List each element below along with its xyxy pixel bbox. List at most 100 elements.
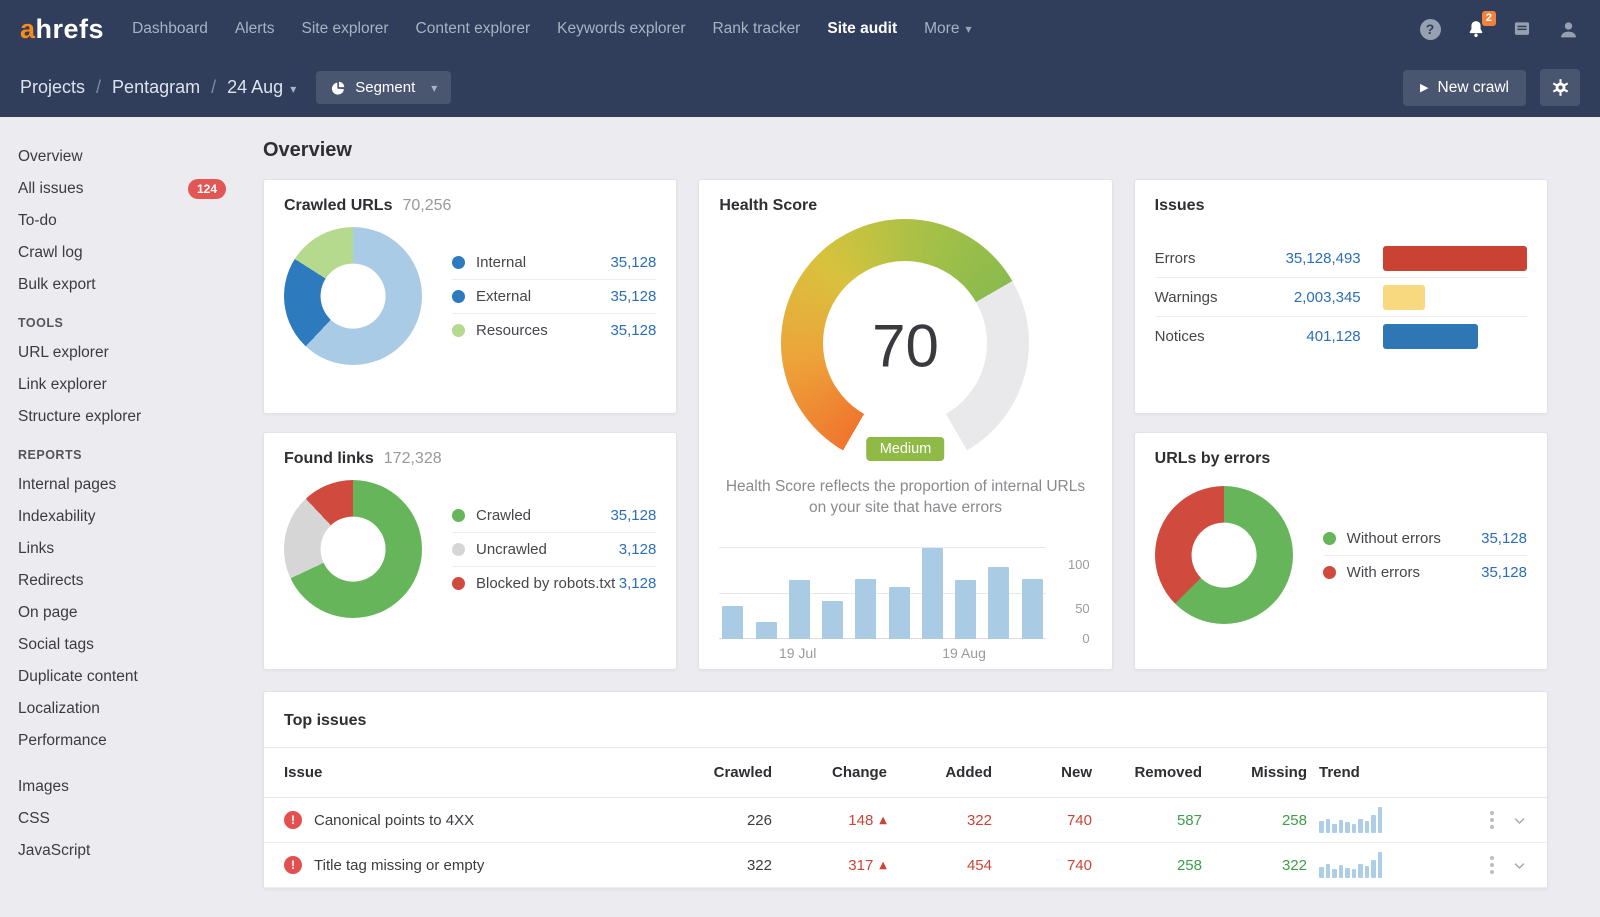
- gear-icon: [1551, 78, 1570, 97]
- top-issues-header-row: Issue Crawled Change Added New Removed M…: [264, 748, 1547, 798]
- col-issue[interactable]: Issue: [284, 764, 682, 781]
- trend-up-icon: [879, 860, 887, 871]
- issue-name[interactable]: Title tag missing or empty: [314, 857, 484, 874]
- breadcrumb-projects[interactable]: Projects: [20, 77, 85, 98]
- sidebar-item-bulk-export[interactable]: Bulk export: [18, 269, 226, 301]
- col-crawled[interactable]: Crawled: [682, 764, 772, 781]
- breadcrumb: Projects / Pentagram / 24 Aug: [20, 77, 296, 98]
- issue-name[interactable]: Canonical points to 4XX: [314, 812, 474, 829]
- health-score-description: Health Score reflects the proportion of …: [719, 477, 1091, 519]
- trend-bars[interactable]: [719, 535, 1045, 639]
- breadcrumb-project-name[interactable]: Pentagram: [112, 77, 200, 98]
- col-change[interactable]: Change: [772, 764, 887, 781]
- sidebar-item-css[interactable]: CSS: [18, 803, 226, 835]
- ahrefs-logo[interactable]: ahrefs: [20, 14, 104, 45]
- legend-dot: [452, 324, 465, 337]
- new-crawl-button[interactable]: ▶ New crawl: [1403, 70, 1526, 106]
- sidebar-item-redirects[interactable]: Redirects: [18, 565, 226, 597]
- nav-rank-tracker[interactable]: Rank tracker: [712, 20, 800, 38]
- legend-dot: [452, 256, 465, 269]
- nav-dashboard[interactable]: Dashboard: [132, 20, 208, 38]
- legend-item-resources[interactable]: Resources 35,128: [452, 314, 656, 347]
- nav-alerts[interactable]: Alerts: [235, 20, 275, 38]
- table-row[interactable]: Canonical points to 4XX 226 148 322 740 …: [264, 798, 1547, 843]
- nav-keywords-explorer[interactable]: Keywords explorer: [557, 20, 685, 38]
- sidebar-item-overview[interactable]: Overview: [18, 141, 226, 173]
- nav-content-explorer[interactable]: Content explorer: [416, 20, 531, 38]
- settings-button[interactable]: [1540, 69, 1580, 106]
- col-new[interactable]: New: [992, 764, 1092, 781]
- health-score-gauge: 70 Medium: [781, 219, 1029, 467]
- crawl-date-dropdown[interactable]: 24 Aug: [227, 77, 296, 98]
- found-links-card: Found links 172,328 Crawled 35,128 Uncr: [263, 432, 677, 670]
- found-links-total: 172,328: [384, 450, 442, 468]
- sidebar-item-link-explorer[interactable]: Link explorer: [18, 369, 226, 401]
- crawled-urls-card: Crawled URLs 70,256 Internal 35,128 Ext: [263, 179, 677, 414]
- legend-item-with-errors[interactable]: With errors 35,128: [1323, 556, 1527, 589]
- nav-site-explorer[interactable]: Site explorer: [302, 20, 389, 38]
- row-expand-chevron-icon[interactable]: [1512, 858, 1527, 873]
- found-links-donut-chart[interactable]: [284, 480, 422, 618]
- subnav-actions: ▶ New crawl: [1403, 69, 1580, 106]
- trend-x-axis: 19 Jul 19 Aug: [719, 639, 1045, 663]
- segment-dropdown-button[interactable]: Segment: [316, 71, 451, 104]
- help-icon[interactable]: [1418, 17, 1442, 41]
- nav-site-audit[interactable]: Site audit: [827, 20, 897, 38]
- table-row[interactable]: Title tag missing or empty 322 317 454 7…: [264, 843, 1547, 888]
- sidebar-item-social-tags[interactable]: Social tags: [18, 629, 226, 661]
- user-profile-icon[interactable]: [1556, 17, 1580, 41]
- legend-item-uncrawled[interactable]: Uncrawled 3,128: [452, 533, 656, 567]
- legend-item-without-errors[interactable]: Without errors 35,128: [1323, 522, 1527, 556]
- all-issues-count-badge: 124: [188, 179, 226, 199]
- issues-row-errors[interactable]: Errors 35,128,493: [1155, 239, 1527, 278]
- sidebar-item-images[interactable]: Images: [18, 771, 226, 803]
- health-score-trend-chart: 100 50 0: [719, 535, 1091, 639]
- urls-by-errors-legend: Without errors 35,128 With errors 35,128: [1323, 522, 1527, 589]
- pie-chart-icon: [330, 80, 346, 96]
- row-menu-kebab-icon[interactable]: [1488, 809, 1496, 831]
- issues-row-notices[interactable]: Notices 401,128: [1155, 317, 1527, 356]
- col-removed[interactable]: Removed: [1092, 764, 1202, 781]
- issues-title: Issues: [1155, 197, 1205, 215]
- crawled-urls-donut-chart[interactable]: [284, 227, 422, 365]
- topnav-right-icons: 2: [1418, 17, 1580, 41]
- sidebar-item-internal-pages[interactable]: Internal pages: [18, 469, 226, 501]
- feedback-icon[interactable]: [1510, 17, 1534, 41]
- sidebar-item-localization[interactable]: Localization: [18, 693, 226, 725]
- sidebar-item-structure-explorer[interactable]: Structure explorer: [18, 401, 226, 433]
- col-added[interactable]: Added: [887, 764, 992, 781]
- sidebar-item-all-issues[interactable]: All issues124: [18, 173, 226, 205]
- sidebar-item-url-explorer[interactable]: URL explorer: [18, 337, 226, 369]
- legend-item-external[interactable]: External 35,128: [452, 280, 656, 314]
- col-missing[interactable]: Missing: [1202, 764, 1307, 781]
- sidebar-item-links[interactable]: Links: [18, 533, 226, 565]
- legend-item-crawled[interactable]: Crawled 35,128: [452, 499, 656, 533]
- sidebar-item-duplicate-content[interactable]: Duplicate content: [18, 661, 226, 693]
- found-links-legend: Crawled 35,128 Uncrawled 3,128 Blocked b…: [452, 499, 656, 600]
- sidebar-section-tools: TOOLS: [18, 316, 226, 330]
- sidebar-section-reports: REPORTS: [18, 448, 226, 462]
- sidebar-item-on-page[interactable]: On page: [18, 597, 226, 629]
- urls-by-errors-card: URLs by errors Without errors 35,128 Wit…: [1134, 432, 1548, 670]
- top-issues-card: Top issues Issue Crawled Change Added Ne…: [263, 691, 1548, 889]
- col-trend[interactable]: Trend: [1307, 764, 1447, 781]
- row-menu-kebab-icon[interactable]: [1488, 854, 1496, 876]
- notifications-bell-icon[interactable]: 2: [1464, 17, 1488, 41]
- sidebar: Overview All issues124 To-do Crawl log B…: [0, 117, 250, 917]
- sidebar-item-crawl-log[interactable]: Crawl log: [18, 237, 226, 269]
- sidebar-item-javascript[interactable]: JavaScript: [18, 835, 226, 867]
- top-navigation: ahrefs Dashboard Alerts Site explorer Co…: [0, 0, 1600, 58]
- urls-by-errors-donut-chart[interactable]: [1155, 486, 1293, 624]
- found-links-title: Found links: [284, 450, 374, 468]
- row-expand-chevron-icon[interactable]: [1512, 813, 1527, 828]
- sidebar-item-performance[interactable]: Performance: [18, 725, 226, 757]
- nav-more[interactable]: More: [924, 20, 971, 38]
- legend-dot: [1323, 532, 1336, 545]
- sidebar-item-indexability[interactable]: Indexability: [18, 501, 226, 533]
- issues-row-warnings[interactable]: Warnings 2,003,345: [1155, 278, 1527, 317]
- legend-item-blocked-by-robots[interactable]: Blocked by robots.txt 3,128: [452, 567, 656, 600]
- main-menu: Dashboard Alerts Site explorer Content e…: [132, 20, 998, 38]
- legend-item-internal[interactable]: Internal 35,128: [452, 246, 656, 280]
- issues-breakdown: Errors 35,128,493 Warnings 2,003,345 Not…: [1155, 239, 1527, 356]
- sidebar-item-to-do[interactable]: To-do: [18, 205, 226, 237]
